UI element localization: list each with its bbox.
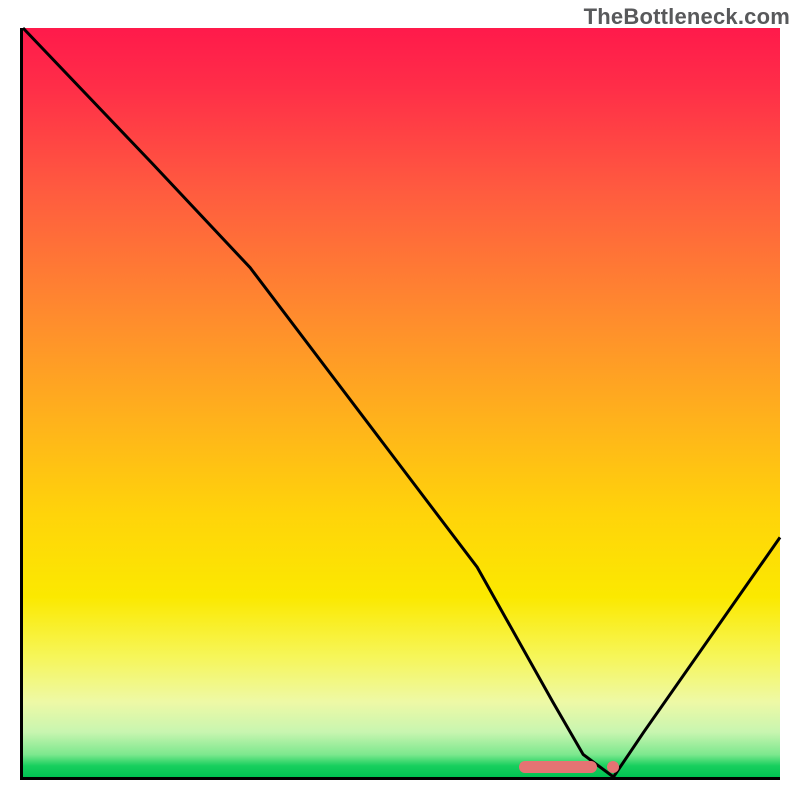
attribution-text: TheBottleneck.com — [584, 4, 790, 30]
curve-path — [23, 28, 780, 777]
optimal-range-marker-end-dot — [607, 761, 619, 773]
optimal-range-marker — [519, 761, 597, 773]
chart-plot-area — [20, 28, 780, 780]
bottleneck-curve — [23, 28, 780, 777]
